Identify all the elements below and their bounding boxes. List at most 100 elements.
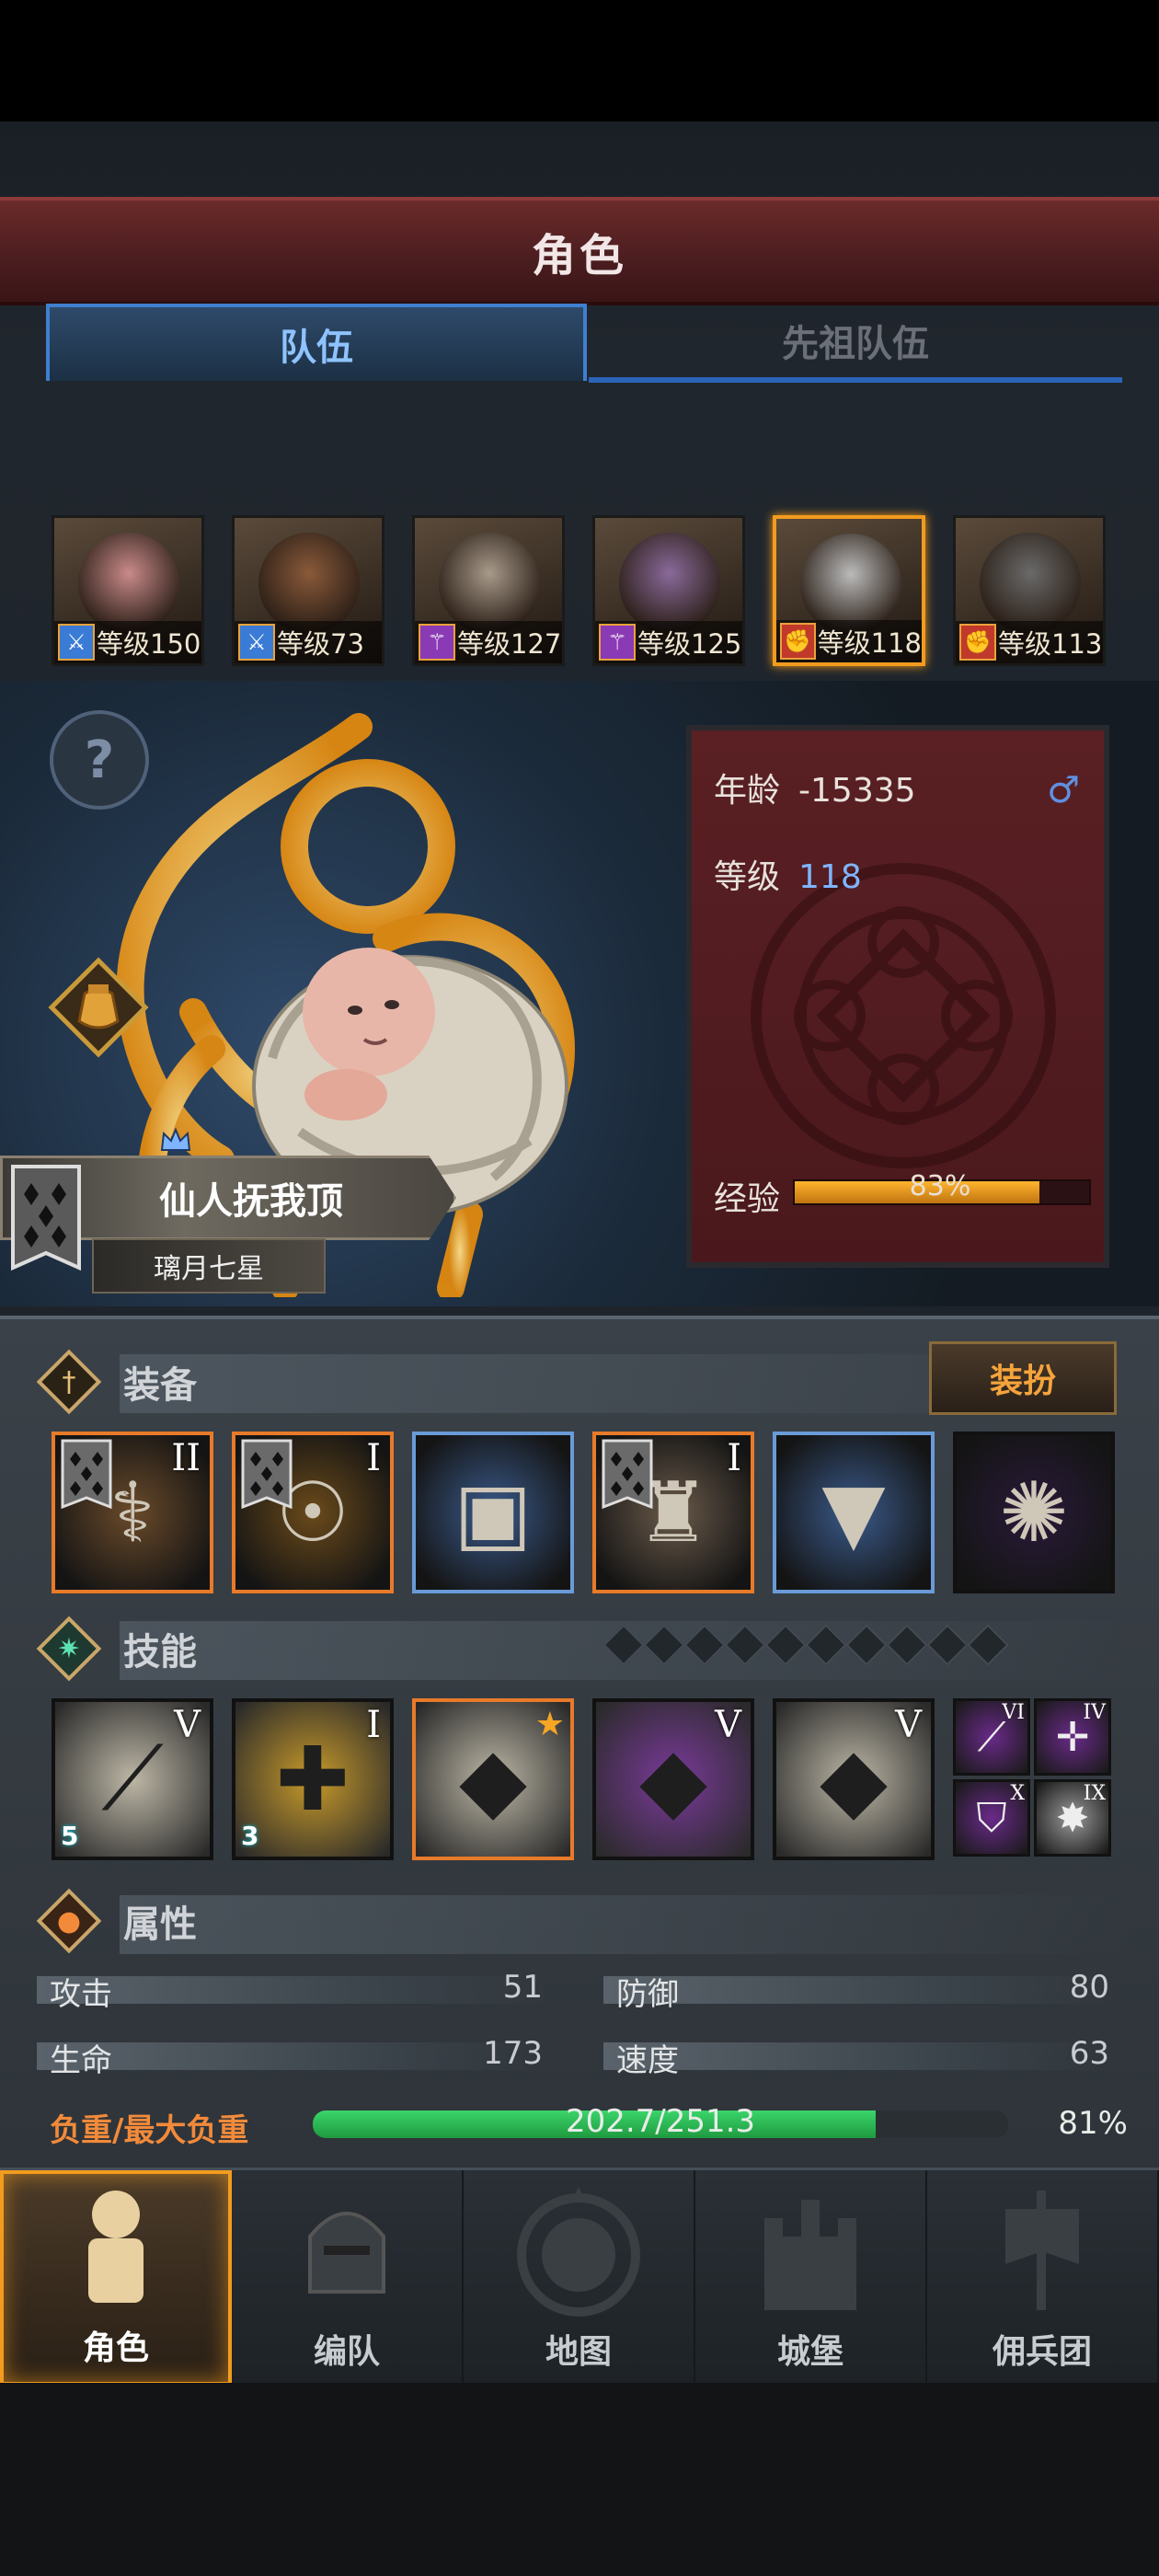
nav-helmet[interactable]: 编队	[232, 2170, 464, 2386]
guild-flag-icon	[241, 1439, 293, 1510]
portrait-level: 等级118	[817, 627, 922, 659]
skills-title: 技能	[123, 1631, 197, 1673]
mini-skill-tier: X	[1010, 1782, 1025, 1805]
hp-value: 173	[483, 2035, 543, 2072]
load-value: 202.7/251.3	[565, 2103, 756, 2140]
party-member-portrait[interactable]: ✊ 等级113	[953, 515, 1106, 666]
party-member-portrait[interactable]: ⚔ 等级150	[52, 515, 204, 666]
orb-item[interactable]: ✺	[953, 1432, 1115, 1593]
attack-row: 攻击 51	[37, 1969, 548, 2013]
guild-flag-icon	[602, 1439, 653, 1510]
nav-castle[interactable]: 城堡	[695, 2170, 927, 2386]
party-member-portrait[interactable]: ✊ 等级118	[773, 515, 925, 666]
staff-icon: ⚚	[599, 624, 636, 661]
sword-icon: ⚔	[58, 624, 95, 661]
target-mini-skill[interactable]: ✛ IV	[1034, 1698, 1111, 1776]
sword-icon: ⚔	[238, 624, 275, 661]
crystal-strike-skill[interactable]: ◆ ★	[412, 1698, 574, 1860]
portrait-level: 等级73	[277, 628, 364, 660]
portrait-level: 等级113	[998, 628, 1103, 660]
tab-team[interactable]: 队伍	[46, 304, 587, 381]
staff-item[interactable]: ⚕ II	[52, 1432, 213, 1593]
exp-value: 83%	[909, 1170, 971, 1202]
tab-ancestor-team[interactable]: 先祖队伍	[589, 304, 1122, 383]
portrait-level-row: ⚚ 等级127	[415, 621, 562, 663]
helmet-icon	[308, 2212, 385, 2294]
defense-row: 防御 80	[603, 1969, 1115, 2013]
help-button[interactable]: ?	[50, 710, 149, 810]
spear-skill[interactable]: ⟋ V 5	[52, 1698, 213, 1860]
celtic-knot-emblem	[751, 863, 1056, 1168]
nav-label: 城堡	[776, 2333, 843, 2371]
skills-header: ✷ 技能	[36, 1610, 197, 1687]
age-row: 年龄 -15335	[714, 764, 916, 811]
boots-item[interactable]: ▼	[773, 1432, 935, 1593]
portrait-face	[619, 533, 720, 634]
burst-mini-skill[interactable]: ✸ IX	[1034, 1779, 1111, 1857]
attributes-header: ● 属性	[36, 1882, 197, 1960]
portrait-face	[980, 533, 1081, 634]
hp-label: 生命	[50, 2042, 112, 2079]
dress-up-button[interactable]: 装扮	[929, 1341, 1117, 1415]
skill-tier: I	[366, 1704, 381, 1746]
party-member-portrait[interactable]: ⚚ 等级125	[592, 515, 745, 666]
skill-point	[643, 1624, 685, 1666]
item-tier: I	[727, 1437, 741, 1479]
title-bar: 角色	[0, 197, 1159, 305]
skill-charge-count: 3	[241, 1821, 259, 1851]
skill-tier: V	[174, 1704, 201, 1746]
party-member-portrait[interactable]: ⚔ 等级73	[232, 515, 384, 666]
fist-icon: ✊	[959, 624, 996, 661]
portrait-face	[258, 533, 360, 634]
bottom-navigation: 角色 编队 地图 城堡 佣兵团	[0, 2168, 1159, 2386]
skill-point	[683, 1624, 726, 1666]
nav-banner[interactable]: 佣兵团	[927, 2170, 1159, 2386]
skill-tier: V	[715, 1704, 741, 1746]
castle-icon	[764, 2200, 856, 2310]
item-tier: I	[366, 1437, 381, 1479]
nav-label: 编队	[313, 2333, 380, 2371]
portrait-level-row: ⚔ 等级150	[54, 621, 201, 663]
party-member-portrait[interactable]: ⚚ 等级127	[412, 515, 565, 666]
shield-mini-skill[interactable]: ⛉ X	[953, 1779, 1030, 1857]
nav-label: 角色	[82, 2329, 149, 2367]
nav-compass[interactable]: 地图	[464, 2170, 695, 2386]
character-stats-panel: 年龄 -15335 ♂ 等级 118 经验 83%	[686, 725, 1109, 1268]
speed-bar	[603, 2042, 1115, 2070]
portrait-level-row: ✊ 等级113	[956, 621, 1103, 663]
portrait-level-row: ⚔ 等级73	[235, 621, 382, 663]
party-portraits: ⚔ 等级150 ⚔ 等级73 ⚚ 等级127 ⚚ 等级125 ✊ 等级118 ✊ 等级113	[52, 515, 1119, 672]
crystal-arm-skill[interactable]: ◆ V	[592, 1698, 754, 1860]
skill-point	[886, 1624, 928, 1666]
skill-tier: V	[895, 1704, 922, 1746]
age-value: -15335	[798, 772, 916, 810]
helmet-item[interactable]: ▣	[412, 1432, 574, 1593]
skill-point	[805, 1624, 847, 1666]
helmet-icon: ▣	[453, 1464, 533, 1561]
crystal-arm-skill-2[interactable]: ◆ V	[773, 1698, 935, 1860]
defense-bar	[603, 1976, 1115, 2004]
character-name: 仙人抚我顶	[159, 1180, 343, 1223]
attributes-header-band	[120, 1895, 1131, 1954]
hp-row: 生命 173	[37, 2035, 548, 2079]
tome-item[interactable]: ☉ I	[232, 1432, 394, 1593]
knight-icon	[88, 2191, 143, 2303]
orb-icon: ✺	[999, 1464, 1069, 1561]
bag-icon[interactable]	[48, 957, 149, 1058]
portrait-level: 等级125	[637, 628, 742, 660]
item-tier: II	[171, 1437, 201, 1479]
person-icon: ●	[36, 1888, 102, 1954]
armor-item[interactable]: ♜ I	[592, 1432, 754, 1593]
skill-point	[967, 1624, 1009, 1666]
dagger-mini-skill[interactable]: ⟋ VI	[953, 1698, 1030, 1776]
exp-label: 经验	[714, 1180, 781, 1218]
attack-value: 51	[502, 1969, 543, 2006]
load-percent: 81%	[1058, 2105, 1128, 2142]
portrait-level-row: ✊ 等级118	[776, 620, 922, 662]
speed-row: 速度 63	[603, 2035, 1115, 2079]
skill-point-indicators	[602, 1624, 1124, 1667]
load-label: 负重/最大负重	[50, 2112, 249, 2149]
shield-heal-skill[interactable]: ✚ I 3	[232, 1698, 394, 1860]
nav-knight[interactable]: 角色	[0, 2170, 232, 2386]
skill-point	[845, 1624, 888, 1666]
